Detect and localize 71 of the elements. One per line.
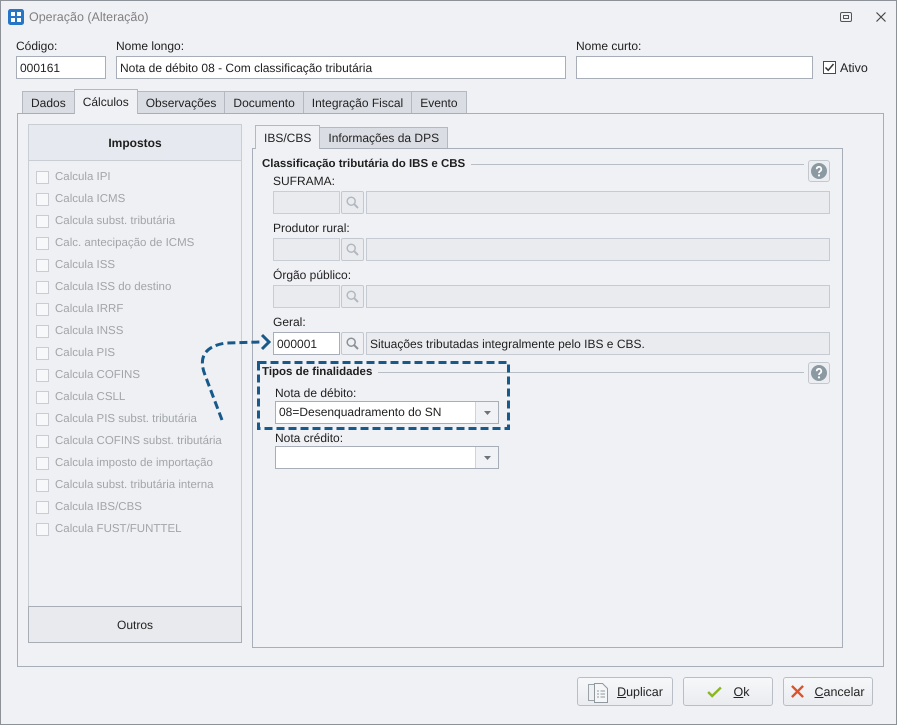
group-title: Tipos de finalidades xyxy=(262,365,372,380)
field-label: Produtor rural: xyxy=(273,220,350,237)
field-label: Nome curto: xyxy=(576,38,642,55)
field-label: Geral: xyxy=(273,314,306,331)
field-label: Código: xyxy=(16,38,58,55)
cancel-button[interactable]: Cancelar xyxy=(783,677,873,706)
duplicate-button[interactable]: Duplicar xyxy=(577,677,673,706)
group-title: Classificação tributária do IBS e CBS xyxy=(262,157,466,172)
cross-icon xyxy=(791,685,804,698)
help-button[interactable] xyxy=(808,160,830,182)
checkbox-label: Calcula ISS xyxy=(55,259,116,271)
checkbox-label: Calcula CSLL xyxy=(55,391,126,403)
checkbox-label: Ativo xyxy=(840,60,868,74)
restore-icon[interactable] xyxy=(840,12,852,22)
code-field[interactable]: 000001 xyxy=(273,332,340,355)
tab[interactable]: Dados xyxy=(22,91,75,113)
tab[interactable]: IBS/CBS xyxy=(255,125,320,149)
documents-icon xyxy=(587,680,610,702)
dropdown[interactable] xyxy=(275,446,499,469)
search-icon xyxy=(346,337,359,350)
field-label: Órgão público: xyxy=(273,267,352,284)
description-field[interactable] xyxy=(366,238,830,261)
search-icon xyxy=(346,196,359,209)
checkbox-label: Calc. antecipação de ICMS xyxy=(55,237,194,249)
check-icon xyxy=(706,686,722,698)
text-field[interactable] xyxy=(576,56,813,79)
checkbox-label: Calcula subst. tributária xyxy=(55,215,176,227)
field-label: Nome longo: xyxy=(116,38,184,55)
checkbox-label: Calcula PIS subst. tributária xyxy=(55,413,197,425)
app-icon xyxy=(8,8,24,24)
checkbox-label: Calcula INSS xyxy=(55,325,124,337)
text-field[interactable]: 000161 xyxy=(16,56,106,79)
window-title: Operação (Alteração) xyxy=(29,10,149,24)
description-field[interactable] xyxy=(366,191,830,214)
field-label: Nota de débito: xyxy=(275,386,356,400)
checkbox-label: Calcula FUST/FUNTTEL xyxy=(55,523,182,535)
checkbox-label: Calcula COFINS xyxy=(55,369,140,381)
help-icon xyxy=(811,163,827,179)
checkbox[interactable] xyxy=(823,61,836,74)
search-icon xyxy=(346,290,359,303)
checkbox-label: Calcula COFINS subst. tributária xyxy=(55,435,222,447)
search-button[interactable] xyxy=(341,332,364,355)
tab[interactable]: Observações xyxy=(136,91,226,113)
checkbox-label: Calcula PIS xyxy=(55,347,116,359)
close-icon[interactable] xyxy=(876,12,886,22)
checkbox-label: Calcula IRRF xyxy=(55,303,124,315)
section-button[interactable]: Outros xyxy=(28,606,242,643)
caret-icon xyxy=(484,456,490,460)
field-label: Nota crédito: xyxy=(275,431,344,445)
dropdown[interactable]: 08=Desenquadramento do SN xyxy=(275,401,499,424)
checkbox-label: Calcula ICMS xyxy=(55,193,126,205)
help-button[interactable] xyxy=(808,362,830,384)
checkbox-label: Calcula IPI xyxy=(55,171,111,183)
tab[interactable]: Informações da DPS xyxy=(319,127,448,148)
tab[interactable]: Cálculos xyxy=(74,89,138,114)
tab[interactable]: Evento xyxy=(411,91,467,113)
checkbox-label: Calcula subst. tributária interna xyxy=(55,479,214,491)
confirm-button[interactable]: Ok xyxy=(683,677,773,706)
checkbox-label: Calcula imposto de importação xyxy=(55,457,213,469)
checkbox-label: Calcula ISS do destino xyxy=(55,281,172,293)
checkbox-label: Calcula IBS/CBS xyxy=(55,501,142,513)
caret-icon xyxy=(484,410,490,414)
search-icon xyxy=(346,243,359,256)
description-field[interactable]: Situações tributadas integralmente pelo IBS e CBS. xyxy=(366,332,830,355)
text-field[interactable]: Nota de débito 08 - Com classificação tributária xyxy=(116,56,566,79)
tab[interactable]: Documento xyxy=(224,91,304,113)
description-field[interactable] xyxy=(366,285,830,308)
field-label: SUFRAMA: xyxy=(273,173,336,190)
tab[interactable]: Integração Fiscal xyxy=(302,91,412,113)
section-header[interactable]: Impostos xyxy=(29,125,241,161)
help-icon xyxy=(811,365,827,381)
